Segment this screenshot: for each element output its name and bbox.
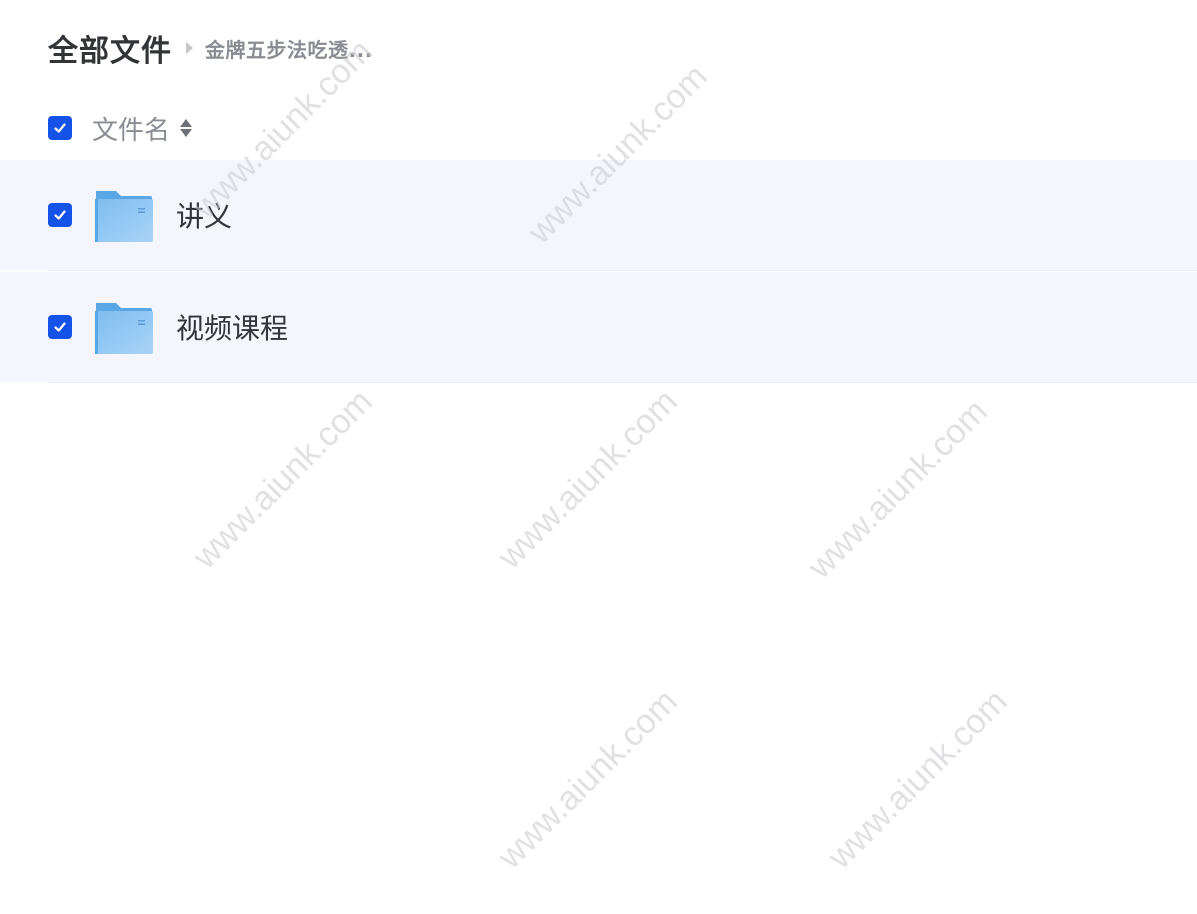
filename-column-label: 文件名 bbox=[92, 115, 171, 146]
file-name[interactable]: 视频课程 bbox=[176, 307, 288, 347]
check-icon bbox=[54, 322, 66, 332]
check-icon bbox=[54, 210, 66, 220]
sort-by-filename-header[interactable]: 文件名 bbox=[92, 110, 193, 147]
row-divider bbox=[48, 270, 1197, 271]
breadcrumb-current-folder: 金牌五步法吃透... bbox=[205, 37, 373, 62]
folder-icon bbox=[95, 191, 153, 242]
row-checkbox[interactable] bbox=[48, 203, 72, 227]
file-name[interactable]: 讲义 bbox=[176, 195, 232, 235]
list-header: 文件名 bbox=[0, 104, 1197, 152]
file-list-page: 全部文件 金牌五步法吃透... 文件名 讲义 视频课程 www.aiunk.co… bbox=[0, 0, 1197, 914]
sort-icon[interactable] bbox=[180, 119, 193, 137]
breadcrumb-root-link[interactable]: 全部文件 bbox=[48, 26, 172, 70]
watermark: www.aiunk.com bbox=[820, 682, 1015, 877]
file-row[interactable]: 视频课程 bbox=[0, 272, 1197, 383]
folder-icon bbox=[95, 303, 153, 354]
watermark: www.aiunk.com bbox=[490, 382, 685, 577]
row-divider bbox=[48, 382, 1197, 383]
breadcrumb-chevron-icon bbox=[186, 42, 193, 54]
row-checkbox[interactable] bbox=[48, 315, 72, 339]
check-icon bbox=[54, 123, 66, 133]
watermark: www.aiunk.com bbox=[490, 682, 685, 877]
file-row[interactable]: 讲义 bbox=[0, 160, 1197, 271]
select-all-checkbox[interactable] bbox=[48, 116, 72, 140]
watermark: www.aiunk.com bbox=[185, 382, 380, 577]
breadcrumb: 全部文件 金牌五步法吃透... bbox=[48, 26, 373, 70]
watermark: www.aiunk.com bbox=[800, 392, 995, 587]
